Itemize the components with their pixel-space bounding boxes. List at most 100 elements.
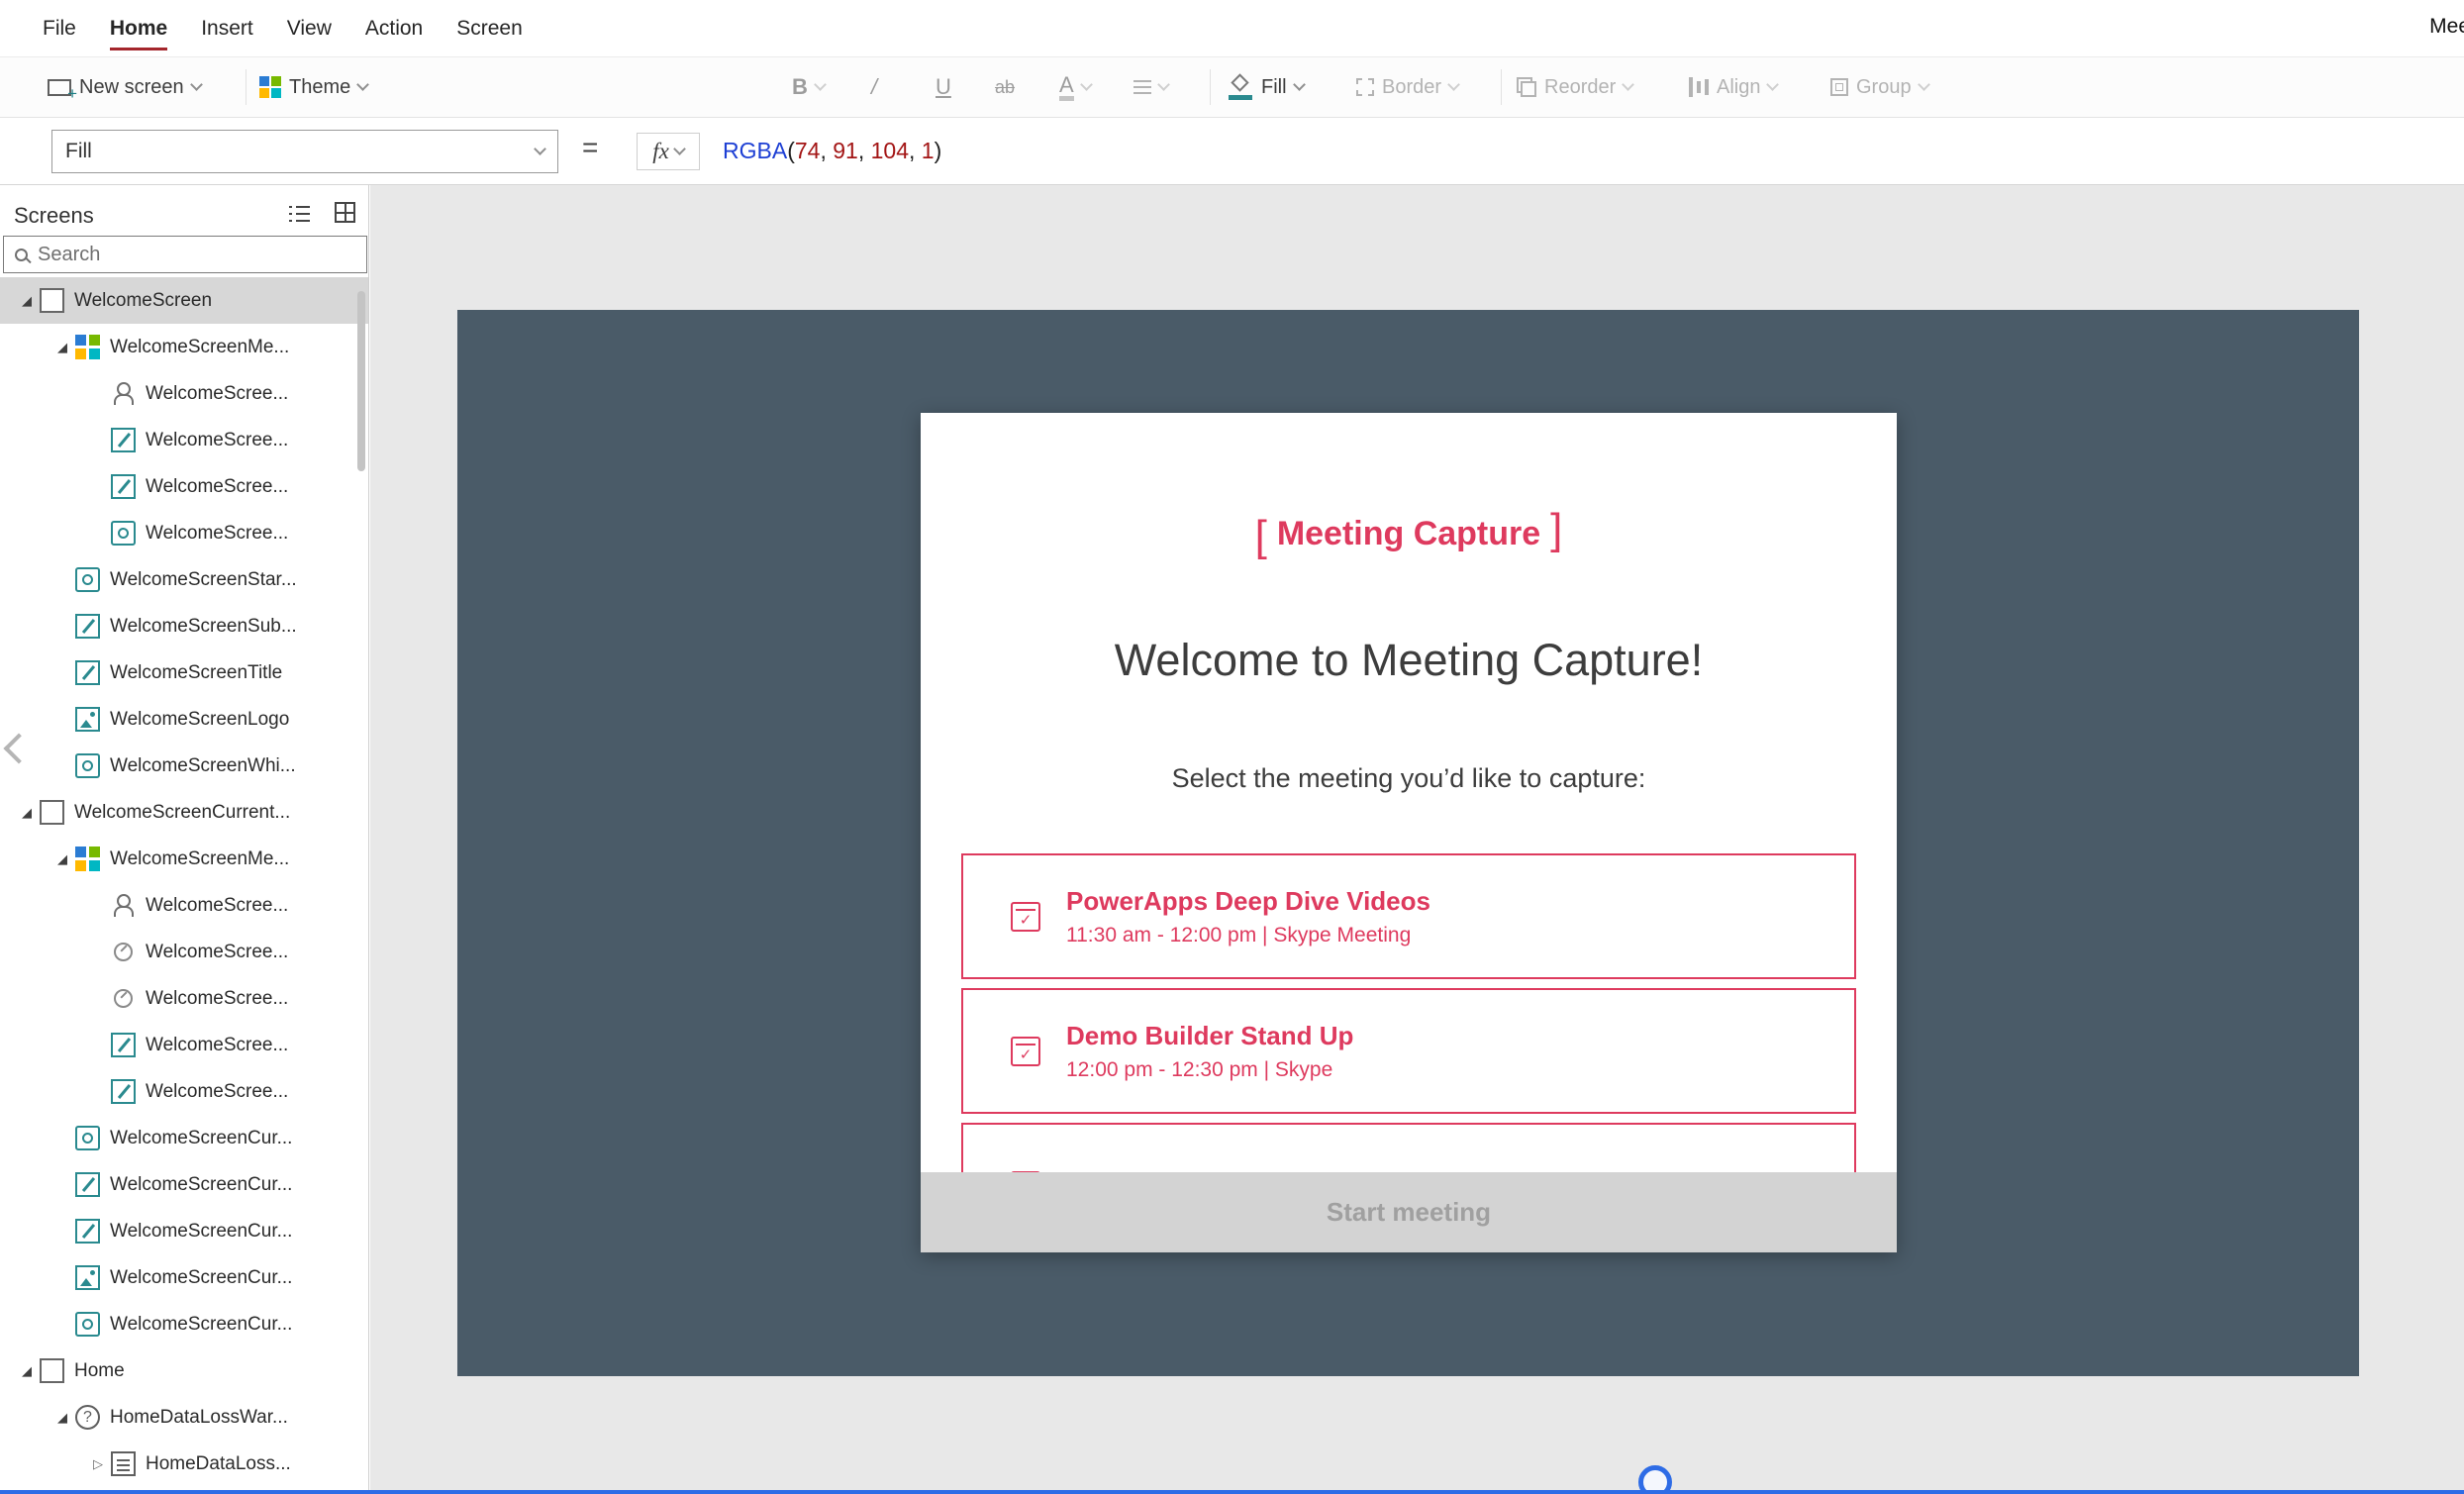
tree-item[interactable]: WelcomeScreenWhi...: [0, 743, 368, 789]
tree-item[interactable]: WelcomeScreenMe...: [0, 324, 368, 370]
tree-item[interactable]: WelcomeScree...: [0, 929, 368, 975]
tree-item[interactable]: WelcomeScree...: [0, 1068, 368, 1115]
app-logo[interactable]: [ Meeting Capture ]: [921, 512, 1897, 555]
tree-item[interactable]: WelcomeScreenCur...: [0, 1161, 368, 1208]
image-icon: [75, 707, 100, 732]
reorder-button[interactable]: Reorder: [1517, 57, 1632, 117]
tree-item[interactable]: WelcomeScree...: [0, 370, 368, 417]
menu-item-label: Insert: [201, 13, 253, 45]
bold-button[interactable]: B: [792, 57, 825, 117]
tree-item[interactable]: WelcomeScreenStar...: [0, 556, 368, 603]
tree-item-label: HomeDataLoss...: [146, 1453, 291, 1475]
tree-item[interactable]: HomeDataLoss...: [0, 1441, 368, 1487]
tree-scrollbar-thumb[interactable]: [357, 291, 365, 471]
reorder-label: Reorder: [1544, 76, 1616, 99]
align-button[interactable]: Align: [1689, 57, 1777, 117]
tree-item-label: WelcomeScreenWhi...: [110, 755, 296, 777]
tree-item[interactable]: WelcomeScreenSub...: [0, 603, 368, 649]
thumbnail-view-icon[interactable]: [335, 202, 355, 223]
welcome-heading[interactable]: Welcome to Meeting Capture!: [921, 635, 1897, 686]
people-icon: [111, 893, 136, 918]
tree-item[interactable]: WelcomeScreenCur...: [0, 1254, 368, 1301]
shape-icon: [111, 521, 136, 546]
tree-item-label: WelcomeScreenCur...: [110, 1174, 292, 1196]
tree-item-label: WelcomeScree...: [146, 476, 288, 498]
menu-item[interactable]: Action: [348, 0, 440, 56]
italic-button[interactable]: /: [871, 57, 877, 117]
underline-icon: U: [936, 74, 951, 100]
formula-separator: ,: [820, 138, 833, 163]
menu-item[interactable]: Screen: [440, 0, 540, 56]
tree-item-label: WelcomeScree...: [146, 1081, 288, 1103]
theme-button[interactable]: Theme: [259, 57, 367, 117]
fill-button[interactable]: Fill: [1228, 57, 1304, 117]
strikethrough-button[interactable]: ab: [995, 57, 1015, 117]
tree-item[interactable]: WelcomeScree...: [0, 463, 368, 510]
tree-item[interactable]: WelcomeScree...: [0, 510, 368, 556]
search-input[interactable]: [38, 244, 366, 266]
meeting-list-item[interactable]: Demo Builder Stand Up 12:00 pm - 12:30 p…: [961, 988, 1856, 1114]
expand-arrow-icon[interactable]: [49, 1410, 75, 1426]
welcome-screen-canvas[interactable]: [ Meeting Capture ] Welcome to Meeting C…: [457, 310, 2359, 1376]
question-icon: [75, 1405, 100, 1430]
property-selector[interactable]: Fill: [51, 130, 558, 173]
tree-item-label: WelcomeScreenSub...: [110, 616, 297, 638]
expand-arrow-icon[interactable]: [49, 340, 75, 355]
formula-separator: ,: [909, 138, 922, 163]
expand-arrow-icon[interactable]: [49, 851, 75, 867]
pencil-icon: [75, 660, 100, 685]
border-button[interactable]: Border: [1356, 57, 1458, 117]
new-screen-button[interactable]: New screen: [48, 57, 201, 117]
welcome-subheading[interactable]: Select the meeting you’d like to capture…: [921, 763, 1897, 794]
formula-input[interactable]: RGBA(74, 91, 104, 1): [723, 138, 941, 164]
expand-arrow-icon[interactable]: [14, 1363, 40, 1379]
expand-arrow-icon[interactable]: [14, 293, 40, 309]
meeting-text: PowerApps Deep Dive Videos 11:30 am - 12…: [1066, 886, 1430, 947]
menu-item[interactable]: Insert: [184, 0, 270, 56]
underline-button[interactable]: U: [936, 57, 951, 117]
group-button[interactable]: Group: [1830, 57, 1928, 117]
expand-arrow-icon[interactable]: [85, 1456, 111, 1472]
tree-item[interactable]: WelcomeScreenCur...: [0, 1301, 368, 1347]
text-align-button[interactable]: [1133, 57, 1168, 117]
calendar-icon: [1011, 1037, 1040, 1066]
tree-item[interactable]: WelcomeScreenCurrent...: [0, 789, 368, 836]
tree-item[interactable]: Home: [0, 1347, 368, 1394]
chevron-down-icon: [1918, 78, 1930, 91]
italic-icon: /: [871, 74, 877, 100]
tree-item[interactable]: WelcomeScreenMe...: [0, 836, 368, 882]
menu-item[interactable]: View: [270, 0, 348, 56]
expand-arrow-icon[interactable]: [14, 805, 40, 821]
tree-item[interactable]: WelcomeScree...: [0, 882, 368, 929]
meeting-list-item[interactable]: PowerApps Deep Dive Videos 11:30 am - 12…: [961, 853, 1856, 979]
tree-item[interactable]: WelcomeScreenLogo: [0, 696, 368, 743]
menu-item[interactable]: File: [26, 0, 93, 56]
tree-item[interactable]: WelcomeScree...: [0, 417, 368, 463]
font-color-button[interactable]: A: [1059, 57, 1091, 117]
tree-item[interactable]: HomeDataLossWar...: [0, 1394, 368, 1441]
powerapps-studio-window: File Home Insert View Action: [0, 0, 2464, 1494]
formula-number: 74: [795, 138, 821, 163]
tree-view-icon[interactable]: [289, 203, 311, 225]
start-meeting-button[interactable]: Start meeting: [921, 1172, 1897, 1252]
tree-item[interactable]: WelcomeScree...: [0, 975, 368, 1022]
tree-item[interactable]: WelcomeScree...: [0, 1022, 368, 1068]
fx-selector[interactable]: fx: [637, 133, 700, 170]
ribbon-toolbar: New screen Theme B / U ab: [0, 56, 2464, 118]
tree-item[interactable]: WelcomeScreen: [0, 277, 368, 324]
theme-icon: [259, 76, 281, 98]
menu-item[interactable]: Home: [93, 0, 184, 56]
meeting-time: 11:30 am - 12:00 pm | Skype Meeting: [1066, 924, 1430, 947]
formula-separator: ,: [858, 138, 871, 163]
group-label: Group: [1856, 76, 1912, 99]
tree-item[interactable]: WelcomeScreenCur...: [0, 1208, 368, 1254]
pencil-icon: [75, 1219, 100, 1244]
logo-left-bracket: [: [1255, 515, 1267, 558]
text-align-icon: [1133, 80, 1151, 82]
tree-item[interactable]: WelcomeScreenTitle: [0, 649, 368, 696]
tree-item-label: WelcomeScreenLogo: [110, 709, 289, 731]
tree-item-label: WelcomeScreenCurrent...: [74, 802, 290, 824]
menu-item-label: File: [43, 13, 76, 45]
tree-item[interactable]: WelcomeScreenCur...: [0, 1115, 368, 1161]
pencil-icon: [111, 1033, 136, 1057]
